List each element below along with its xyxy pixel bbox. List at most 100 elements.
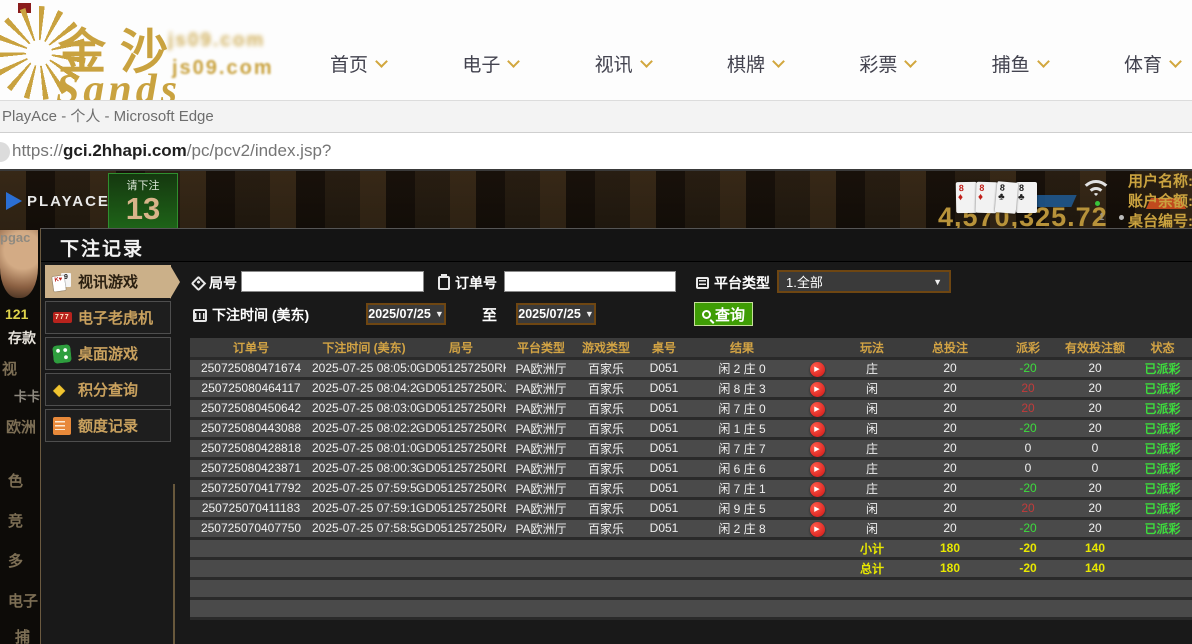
favicon-icon — [0, 142, 10, 162]
cell-bet-time: 2025-07-25 07:59:55 — [312, 478, 416, 498]
cell-valid-bet: 20 — [1058, 398, 1132, 418]
bet-records-modal: 下注记录 视讯游戏 电子老虎机 桌面游戏 — [40, 228, 1192, 644]
order-label-text: 订单号 — [455, 273, 497, 293]
background-fragment: 捕 — [15, 626, 30, 644]
cell-status: 已派彩 — [1132, 518, 1192, 538]
replay-play-icon[interactable] — [810, 382, 825, 397]
empty-cell — [190, 598, 1192, 618]
url-host: gci.2hhapi.com — [63, 141, 187, 160]
cell-table-number: D051 — [636, 378, 692, 398]
calendar-icon — [193, 309, 207, 322]
nav-item-label: 捕鱼 — [992, 50, 1030, 77]
nav-item[interactable]: 捕鱼 — [992, 50, 1048, 77]
table-row: 250725080443088 2025-07-25 08:02:27 GD05… — [190, 418, 1192, 438]
nav-item[interactable]: 体育 — [1124, 50, 1180, 77]
replay-play-icon[interactable] — [810, 502, 825, 517]
cell-total-bet: 20 — [902, 478, 998, 498]
cell-round-number: GD051257250RC — [416, 478, 506, 498]
address-bar[interactable]: https://gci.2hhapi.com/pc/pcv2/index.jsp… — [0, 133, 1192, 171]
order-number-input[interactable] — [504, 271, 676, 292]
date-to-picker[interactable]: 2025/07/25 — [516, 303, 596, 325]
sidebar-item[interactable]: 额度记录 — [45, 409, 171, 442]
card-suit-icon: ♣ — [1018, 193, 1037, 203]
replay-play-icon[interactable] — [810, 522, 825, 537]
replay-play-icon[interactable] — [810, 442, 825, 457]
platform-type-select[interactable]: 1.全部 — [777, 270, 951, 293]
table-row: 250725080464117 2025-07-25 08:04:22 GD05… — [190, 378, 1192, 398]
cell-table-number: D051 — [636, 478, 692, 498]
cell-platform: PA欧洲厅 — [506, 518, 576, 538]
round-label-text: 局号 — [209, 273, 237, 293]
cell-platform: PA欧洲厅 — [506, 378, 576, 398]
cell-order-number: 250725070417792 — [190, 478, 312, 498]
sidebar-item-label: 额度记录 — [78, 415, 138, 436]
replay-play-icon[interactable] — [810, 402, 825, 417]
user-info-panel: 用户名称: 账户余额: 桌台编号: — [1128, 172, 1192, 232]
cell-round-number: GD051257250RE — [416, 438, 506, 458]
sidebar-item-label: 电子老虎机 — [78, 307, 153, 328]
cell-valid-bet: 0 — [1058, 458, 1132, 478]
background-fragment: 色 — [8, 470, 23, 491]
nav-item[interactable]: 棋牌 — [727, 50, 783, 77]
column-header: 下注时间 (美东) — [312, 338, 416, 358]
table-pager: 1 — [1099, 211, 1124, 224]
table-row: 250725080428818 2025-07-25 08:01:05 GD05… — [190, 438, 1192, 458]
search-button[interactable]: 查询 — [694, 302, 753, 326]
cell-total-bet: 20 — [902, 458, 998, 478]
nav-item[interactable]: 视讯 — [595, 50, 651, 77]
pager-dot-icon — [1119, 215, 1124, 220]
cell-total-bet: 20 — [902, 518, 998, 538]
cell-order-number: 250725080450642 — [190, 398, 312, 418]
nav-item[interactable]: 彩票 — [859, 50, 915, 77]
replay-play-icon[interactable] — [810, 482, 825, 497]
cell-result: 闲 7 庄 7 — [692, 438, 792, 458]
clipboard-icon — [438, 276, 450, 290]
cell-result: 闲 6 庄 6 — [692, 458, 792, 478]
replay-play-icon[interactable] — [810, 462, 825, 477]
cell-game-type: 百家乐 — [576, 458, 636, 478]
cell-total-bet: 20 — [902, 398, 998, 418]
nav-item-label: 视讯 — [595, 50, 633, 77]
cell-table-number: D051 — [636, 358, 692, 378]
cell-bet-time: 2025-07-25 08:02:27 — [312, 418, 416, 438]
table-row: 250725070411183 2025-07-25 07:59:15 GD05… — [190, 498, 1192, 518]
card-suit-icon: ♦ — [958, 193, 977, 203]
user-info-label: 账户余额: — [1128, 192, 1192, 212]
cell-game-type: 百家乐 — [576, 418, 636, 438]
cell-replay — [792, 458, 842, 478]
subtotal-label: 小计 — [842, 538, 902, 558]
nav-item-label: 首页 — [330, 50, 368, 77]
sidebar-item[interactable]: 视讯游戏 — [45, 265, 171, 298]
column-header: 派彩 — [998, 338, 1058, 358]
cell-payout: -20 — [998, 418, 1058, 438]
cell-status: 已派彩 — [1132, 418, 1192, 438]
date-to-separator: 至 — [482, 304, 497, 325]
sidebar-item[interactable]: 桌面游戏 — [45, 337, 171, 370]
subtotal-spacer — [190, 538, 842, 558]
table-row: 250725080423871 2025-07-25 08:00:33 GD05… — [190, 458, 1192, 478]
cell-payout: 20 — [998, 398, 1058, 418]
nav-item[interactable]: 首页 — [330, 50, 386, 77]
subtotal-payout: -20 — [998, 538, 1058, 558]
url-prefix: https:// — [12, 141, 63, 160]
playing-card: 8♦ — [956, 182, 978, 213]
sidebar-item[interactable]: 电子老虎机 — [45, 301, 171, 334]
replay-play-icon[interactable] — [810, 422, 825, 437]
date-from-picker[interactable]: 2025/07/25 — [366, 303, 446, 325]
sidebar-item-icon — [53, 273, 71, 291]
cell-replay — [792, 438, 842, 458]
grand-total-label: 总计 — [842, 558, 902, 578]
cell-order-number: 250725080423871 — [190, 458, 312, 478]
column-header — [792, 338, 842, 358]
replay-play-icon[interactable] — [810, 362, 825, 377]
cell-table-number: D051 — [636, 418, 692, 438]
background-fragment: 121 — [5, 306, 28, 322]
sidebar-item[interactable]: 积分查询 — [45, 373, 171, 406]
round-number-input[interactable] — [241, 271, 424, 292]
dealt-cards: 8♦ 8♦ 8♣ 8♣ — [956, 182, 1036, 213]
cell-valid-bet: 20 — [1058, 478, 1132, 498]
grand-total-valid: 140 — [1058, 558, 1132, 578]
nav-item[interactable]: 电子 — [462, 50, 518, 77]
playing-card: 8♣ — [1016, 182, 1037, 213]
chevron-down-icon — [1169, 55, 1182, 68]
